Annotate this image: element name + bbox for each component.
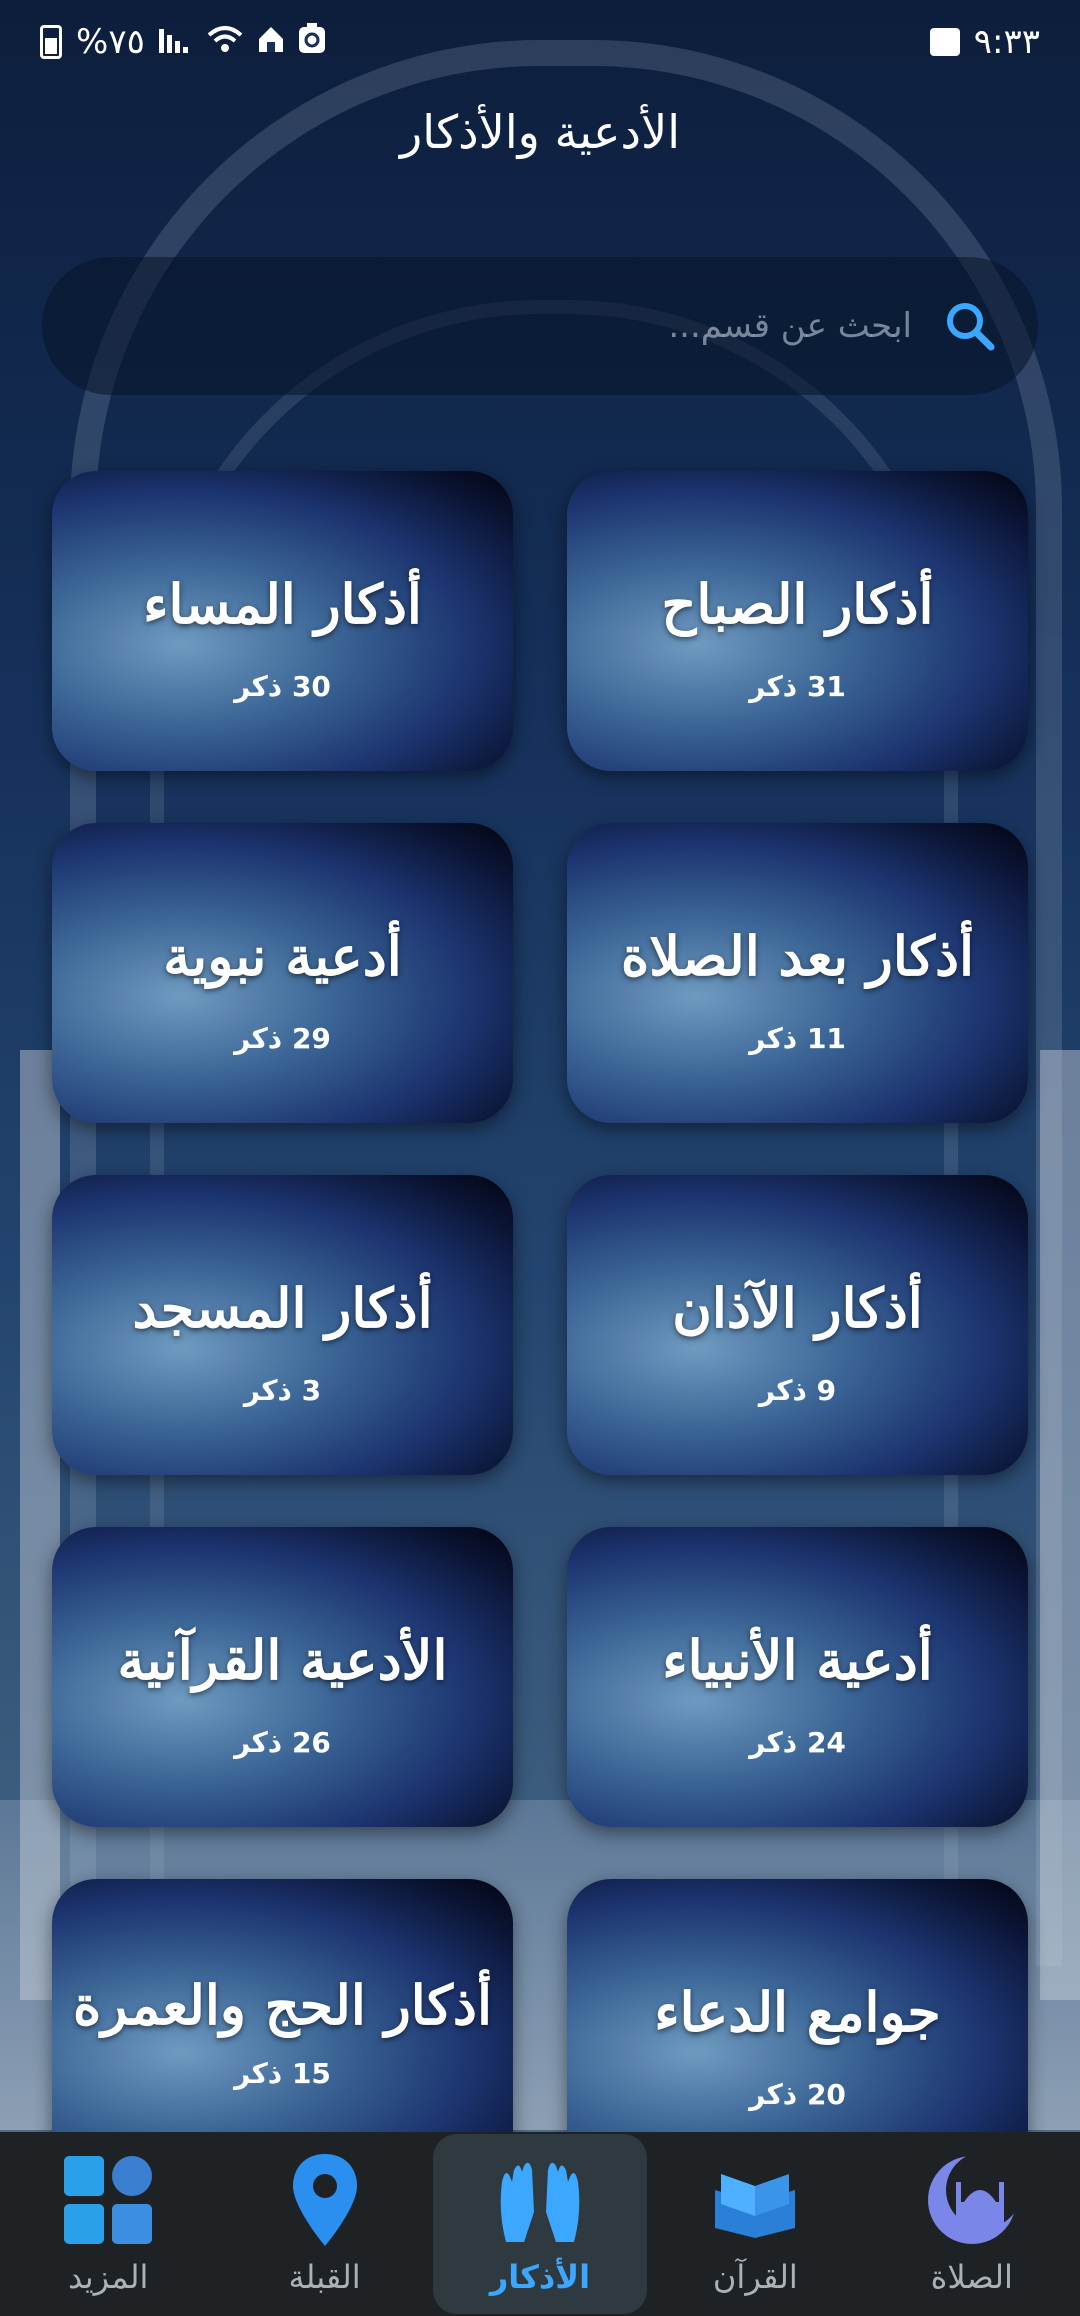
category-count: 11 ذكر [749,1021,846,1055]
category-title: أذكار المساء [143,572,422,637]
category-count: 20 ذكر [749,2077,846,2111]
search-icon[interactable] [938,294,1002,358]
location-pin-icon [277,2152,373,2248]
category-card[interactable]: أذكار الآذان 9 ذكر [567,1175,1028,1475]
category-count: 31 ذكر [749,669,846,703]
status-time: ٩:٣٣ [973,22,1040,62]
bottom-nav: الصلاة القرآن الأذكار القبلة المزيد [0,2132,1080,2316]
status-bar: %٧٥ ٩:٣٣ [0,0,1080,84]
search-bar[interactable] [42,257,1038,395]
nav-item-more[interactable]: المزيد [0,2132,216,2316]
category-title: أذكار الحج والعمرة [73,1972,492,2037]
battery-icon [40,25,62,59]
category-count: 3 ذكر [243,1373,322,1407]
category-count: 15 ذكر [234,2057,331,2091]
search-input[interactable] [78,305,914,347]
category-card[interactable]: الأدعية القرآنية 26 ذكر [52,1527,513,1827]
home-icon [257,22,285,62]
category-count: 9 ذكر [758,1373,837,1407]
nav-item-prayer[interactable]: الصلاة [864,2132,1080,2316]
category-count: 26 ذكر [234,1725,331,1759]
nav-item-quran[interactable]: القرآن [647,2132,863,2316]
nav-label-qibla: القبلة [288,2258,361,2296]
battery-percent: %٧٥ [76,22,145,62]
category-card[interactable]: أذكار الصباح 31 ذكر [567,471,1028,771]
category-title: الأدعية القرآنية [117,1628,448,1693]
page-title: الأدعية والأذكار [400,105,680,159]
gallery-icon [929,28,960,56]
category-title: أدعية الأنبياء [662,1628,933,1693]
recycle-icon [298,22,325,62]
nav-item-adhkar[interactable]: الأذكار [432,2134,647,2314]
category-card[interactable]: أذكار المسجد 3 ذكر [52,1175,513,1475]
nav-item-qibla[interactable]: القبلة [217,2132,433,2316]
category-card[interactable]: أدعية نبوية 29 ذكر [52,823,513,1123]
nav-label-quran: القرآن [712,2258,798,2296]
signal-icon [158,22,193,62]
grid-icon [60,2152,156,2248]
category-title: أذكار الصباح [661,572,934,637]
category-title: أدعية نبوية [163,924,402,989]
category-grid: أذكار الصباح 31 ذكر أذكار المساء 30 ذكر … [52,471,1028,2179]
category-title: أذكار الآذان [672,1276,923,1341]
category-card[interactable]: أذكار المساء 30 ذكر [52,471,513,771]
nav-label-prayer: الصلاة [930,2258,1013,2296]
nav-label-adhkar: الأذكار [489,2258,591,2296]
background-pillar [1040,1050,1080,2000]
category-title: أذكار بعد الصلاة [620,924,975,989]
category-count: 30 ذكر [234,669,331,703]
category-count: 29 ذكر [234,1021,331,1055]
praying-hands-icon [492,2152,588,2248]
status-right: ٩:٣٣ [929,22,1040,62]
category-count: 24 ذكر [749,1725,846,1759]
category-card[interactable]: أدعية الأنبياء 24 ذكر [567,1527,1028,1827]
wifi-icon [207,22,243,62]
mosque-icon [924,2152,1020,2248]
category-card[interactable]: أذكار بعد الصلاة 11 ذكر [567,823,1028,1123]
category-title: جوامع الدعاء [654,1980,941,2045]
nav-label-more: المزيد [67,2258,149,2296]
quran-icon [707,2152,803,2248]
status-left: %٧٥ [40,22,325,62]
category-title: أذكار المسجد [132,1276,433,1341]
